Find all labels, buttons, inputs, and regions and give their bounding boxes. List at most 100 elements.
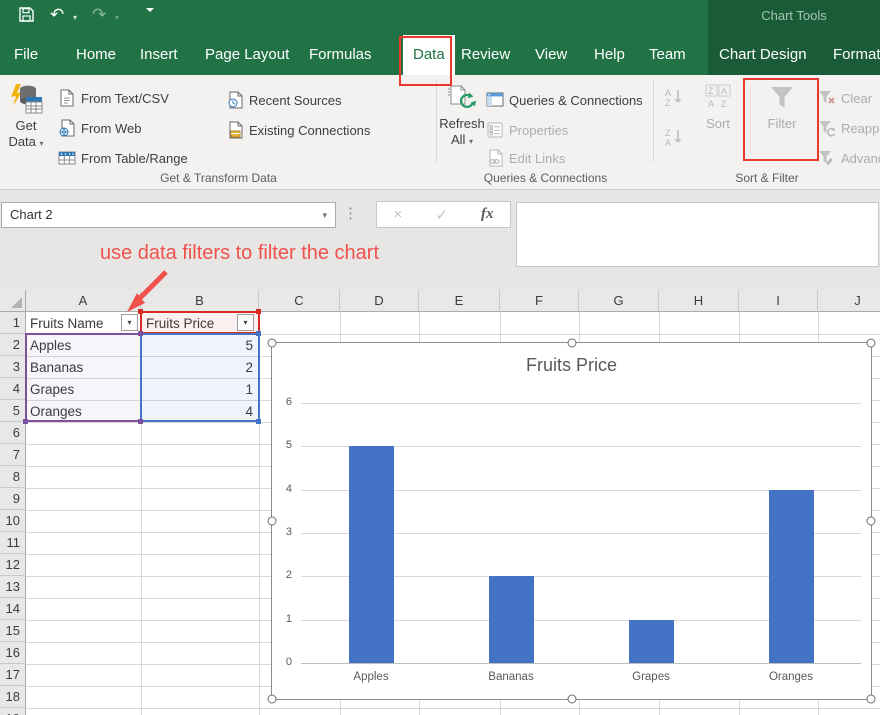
cell-fruit-name[interactable]: Grapes [30,379,137,400]
column-header-d[interactable]: D [340,290,419,312]
chart-selection-handle[interactable] [268,339,277,348]
existing-connections-button[interactable]: Existing Connections [226,118,370,142]
formula-bar-input[interactable] [516,202,879,267]
cell-fruit-price[interactable]: 2 [145,357,253,378]
row-header-19[interactable]: 19 [0,708,26,715]
formula-buttons: × ✓ fx [376,201,511,228]
column-header-g[interactable]: G [579,290,659,312]
row-header-9[interactable]: 9 [0,488,26,510]
row-header-7[interactable]: 7 [0,444,26,466]
tab-format[interactable]: Format [833,35,880,75]
select-all-button[interactable] [0,290,26,312]
ribbon: Get Data ▾ From Text/CSV From Web From T… [0,75,880,190]
filter-icon [768,84,796,112]
cell-fruit-name[interactable]: Apples [30,335,137,356]
advanced-filter-icon [818,149,836,167]
save-icon[interactable] [18,6,35,23]
chart-selection-handle[interactable] [867,517,876,526]
chart-selection-handle[interactable] [268,695,277,704]
name-box-dropdown-icon[interactable]: ▾ [322,203,327,227]
recent-sources-button[interactable]: Recent Sources [226,88,342,112]
chart-selection-handle[interactable] [268,517,277,526]
filter-dropdown-fruits-name[interactable]: ▾ [121,314,138,331]
row-header-14[interactable]: 14 [0,598,26,620]
from-table-range-button[interactable]: From Table/Range [58,146,188,170]
svg-text:A: A [665,88,671,98]
from-text-csv-button[interactable]: From Text/CSV [58,86,169,110]
chart-selection-handle[interactable] [567,339,576,348]
svg-text:A: A [708,99,714,109]
row-header-11[interactable]: 11 [0,532,26,554]
cell-fruit-price[interactable]: 4 [145,401,253,422]
chart-selection-handle[interactable] [567,695,576,704]
group-label-get-transform: Get & Transform Data [0,171,437,185]
row-header-1[interactable]: 1 [0,312,26,334]
from-web-button[interactable]: From Web [58,116,141,140]
cell-a1-fruits-name[interactable]: Fruits Name [30,313,120,334]
row-header-5[interactable]: 5 [0,400,26,422]
name-box[interactable]: Chart 2▾ [1,202,336,228]
row-header-12[interactable]: 12 [0,554,26,576]
tab-home[interactable]: Home [76,35,116,75]
row-header-4[interactable]: 4 [0,378,26,400]
tab-file[interactable]: File [14,35,38,75]
column-header-j[interactable]: J [818,290,880,312]
tab-data[interactable]: Data [403,35,455,75]
row-header-17[interactable]: 17 [0,664,26,686]
embedded-chart[interactable]: Fruits Price 0123456ApplesBananasGrapesO… [271,342,872,700]
range-handle [138,331,143,336]
column-header-c[interactable]: C [259,290,340,312]
tab-page-layout[interactable]: Page Layout [205,35,289,75]
filter-button: Filter [758,84,806,132]
ribbon-tab-bar: File Home Insert Page Layout Formulas DataRev… [0,35,880,75]
y-axis-tick-label: 3 [272,526,292,538]
tab-help[interactable]: Help [594,35,625,75]
tab-insert[interactable]: Insert [140,35,178,75]
svg-text:Z: Z [721,99,727,109]
row-header-15[interactable]: 15 [0,620,26,642]
row-header-10[interactable]: 10 [0,510,26,532]
cell-b1-fruits-price[interactable]: Fruits Price [146,313,234,334]
column-header-f[interactable]: F [500,290,579,312]
tab-formulas[interactable]: Formulas [309,35,372,75]
row-header-18[interactable]: 18 [0,686,26,708]
advanced-filter-button: Advanced [818,146,880,170]
filter-dropdown-fruits-price[interactable]: ▾ [237,314,254,331]
column-header-h[interactable]: H [659,290,739,312]
row-header-3[interactable]: 3 [0,356,26,378]
row-header-2[interactable]: 2 [0,334,26,356]
refresh-all-button[interactable]: Refresh All ▾ [436,82,488,150]
cell-fruit-price[interactable]: 5 [145,335,253,356]
tab-chart-design[interactable]: Chart Design [719,35,807,75]
insert-function-icon[interactable]: fx [481,206,494,223]
row-header-13[interactable]: 13 [0,576,26,598]
undo-dropdown-icon[interactable]: ▾ [73,13,77,22]
tab-review[interactable]: Review [461,35,510,75]
row-header-6[interactable]: 6 [0,422,26,444]
tab-view[interactable]: View [535,35,567,75]
column-header-a[interactable]: A [26,290,141,312]
cell-fruit-name[interactable]: Bananas [30,357,137,378]
queries-connections-button[interactable]: Queries & Connections [486,88,643,112]
sort-descending-icon: ZA [664,127,684,147]
undo-icon[interactable]: ↶ [50,4,64,26]
column-header-b[interactable]: B [141,290,259,312]
column-header-e[interactable]: E [419,290,500,312]
reapply-filter-button: Reapply [818,116,880,140]
column-header-i[interactable]: I [739,290,818,312]
formula-bar-handle[interactable]: ⋮ [343,204,358,222]
row-header-8[interactable]: 8 [0,466,26,488]
grid-line [26,708,880,709]
get-data-button[interactable]: Get Data ▾ [2,82,50,152]
range-handle [138,419,143,424]
chart-selection-handle[interactable] [867,695,876,704]
select-all-icon [11,297,22,308]
properties-button: Properties [486,118,568,142]
tab-team[interactable]: Team [649,35,686,75]
row-header-16[interactable]: 16 [0,642,26,664]
customize-quick-access-toolbar-icon[interactable] [146,12,157,30]
cell-fruit-name[interactable]: Oranges [30,401,137,422]
chart-selection-handle[interactable] [867,339,876,348]
cell-fruit-price[interactable]: 1 [145,379,253,400]
chart-gridline [301,403,861,404]
